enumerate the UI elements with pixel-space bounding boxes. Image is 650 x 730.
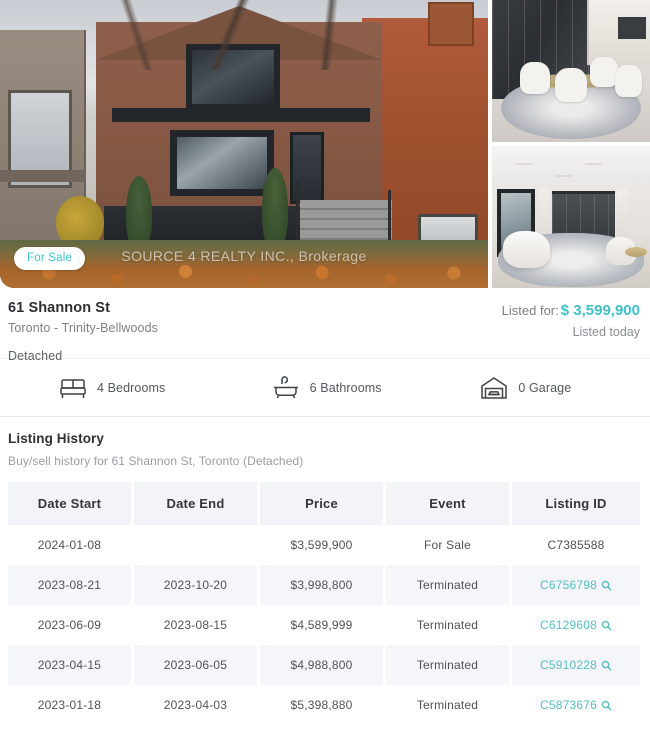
table-row: 2023-08-21 2023-10-20 $3,998,800 Terminated… — [8, 565, 640, 605]
listing-id-text: C6129608 — [540, 618, 597, 632]
listing-history-subtitle: Buy/sell history for 61 Shannon St, Toro… — [8, 454, 304, 468]
table-row: 2023-06-09 2023-08-15 $4,589,999 Terminated… — [8, 605, 640, 645]
date-start-cell: 2024-01-08 — [8, 525, 134, 565]
magnifier-icon[interactable] — [601, 620, 612, 631]
listing-history-section: Listing History Buy/sell history for 61 … — [0, 417, 650, 725]
event-cell: Terminated — [386, 685, 512, 725]
main-property-photo[interactable]: SOURCE 4 REALTY INC., Brokerage For Sale — [0, 0, 488, 288]
listing-id-link[interactable]: C6129608 — [540, 618, 612, 632]
thumbnail-dining-room[interactable] — [492, 0, 650, 142]
column-header-listing-id: Listing ID — [512, 482, 640, 525]
shrub-left — [126, 176, 152, 250]
thumbnail-column — [492, 0, 650, 288]
listing-id-link[interactable]: C5873676 — [540, 698, 612, 712]
tree-branches — [0, 0, 488, 70]
listing-id-text: C6756798 — [540, 578, 597, 592]
column-header-price: Price — [260, 482, 386, 525]
listed-when: Listed today — [572, 325, 640, 339]
price-cell: $3,599,900 — [260, 525, 386, 565]
bedrooms-label: 4 Bedrooms — [97, 380, 166, 395]
event-cell: Terminated — [386, 565, 512, 605]
feature-bedrooms: 4 Bedrooms — [6, 375, 223, 401]
dining-room-scene — [492, 0, 650, 142]
date-end-cell: 2023-06-05 — [134, 645, 260, 685]
magnifier-icon[interactable] — [601, 660, 612, 671]
dining-chair — [615, 65, 643, 97]
bathtub-icon — [271, 375, 301, 401]
column-header-date-start: Date Start — [8, 482, 134, 525]
white-sofa — [503, 231, 551, 269]
magnifier-icon[interactable] — [601, 580, 612, 591]
ceiling — [492, 146, 650, 183]
date-end-cell: 2023-10-20 — [134, 565, 260, 605]
status-badge: For Sale — [14, 247, 86, 270]
listing-id-text: C5910228 — [540, 658, 597, 672]
bathrooms-label: 6 Bathrooms — [309, 380, 382, 395]
living-room-scene — [492, 146, 650, 288]
table-row: 2023-04-15 2023-06-05 $4,988,800 Terminated… — [8, 645, 640, 685]
listing-history-table: Date Start Date End Price Event Listing … — [8, 482, 640, 725]
feature-garage: 0 Garage — [435, 375, 644, 401]
dining-chair — [555, 68, 587, 103]
date-start-cell: 2023-06-09 — [8, 605, 134, 645]
photo-gallery: SOURCE 4 REALTY INC., Brokerage For Sale — [0, 0, 650, 288]
dining-chair — [520, 62, 551, 94]
listing-id-cell: C7385588 — [512, 525, 640, 565]
date-start-cell: 2023-01-18 — [8, 685, 134, 725]
listing-header: 61 Shannon St Toronto - Trinity-Bellwood… — [0, 288, 650, 363]
date-end-cell: 2023-08-15 — [134, 605, 260, 645]
price-cell: $4,589,999 — [260, 605, 386, 645]
magnifier-icon[interactable] — [601, 700, 612, 711]
column-header-event: Event — [386, 482, 512, 525]
property-type: Detached — [8, 349, 63, 363]
listing-history-body: 2024-01-08 $3,599,900 For Sale C7385588 2023… — [8, 525, 640, 725]
table-row: 2023-01-18 2023-04-03 $5,398,880 Terminated… — [8, 685, 640, 725]
brokerage-watermark: SOURCE 4 REALTY INC., Brokerage — [121, 248, 367, 264]
table-row: 2024-01-08 $3,599,900 For Sale C7385588 — [8, 525, 640, 565]
date-start-cell: 2023-04-15 — [8, 645, 134, 685]
price-cell: $5,398,880 — [260, 685, 386, 725]
date-end-cell — [134, 525, 260, 565]
table-header-row: Date Start Date End Price Event Listing … — [8, 482, 640, 525]
price-cell: $4,988,800 — [260, 645, 386, 685]
property-features: 4 Bedrooms 6 Bathrooms 0 Garage — [0, 359, 650, 416]
dining-chair — [589, 56, 619, 87]
listed-for-label: Listed for: — [501, 303, 559, 318]
listing-id-link[interactable]: C5910228 — [540, 658, 612, 672]
price-block: Listed for: $ 3,599,900 Listed today — [502, 302, 640, 339]
bed-icon — [58, 375, 88, 401]
date-start-cell: 2023-08-21 — [8, 565, 134, 605]
shrub-right — [262, 168, 288, 250]
listing-id-text: C5873676 — [540, 698, 597, 712]
listing-id-cell[interactable]: C5910228 — [512, 645, 640, 685]
listing-history-title: Listing History — [8, 431, 105, 446]
side-table — [624, 246, 647, 257]
kitchen-cabinetry — [586, 0, 650, 66]
front-window — [170, 130, 274, 196]
thumbnail-living-room[interactable] — [492, 146, 650, 288]
porch-roof — [112, 108, 370, 122]
garage-icon — [479, 375, 509, 401]
listing-id-cell[interactable]: C6756798 — [512, 565, 640, 605]
listing-id-link[interactable]: C6756798 — [540, 578, 612, 592]
listed-for-row: Listed for: $ 3,599,900 — [502, 302, 640, 319]
listing-id-cell[interactable]: C6129608 — [512, 605, 640, 645]
garage-label: 0 Garage — [518, 380, 572, 395]
price-cell: $3,998,800 — [260, 565, 386, 605]
event-cell: Terminated — [386, 645, 512, 685]
date-end-cell: 2023-04-03 — [134, 685, 260, 725]
feature-bathrooms: 6 Bathrooms — [223, 375, 436, 401]
listing-id-cell[interactable]: C5873676 — [512, 685, 640, 725]
event-cell: Terminated — [386, 605, 512, 645]
event-cell: For Sale — [386, 525, 512, 565]
listing-price: $ 3,599,900 — [560, 302, 640, 319]
column-header-date-end: Date End — [134, 482, 260, 525]
